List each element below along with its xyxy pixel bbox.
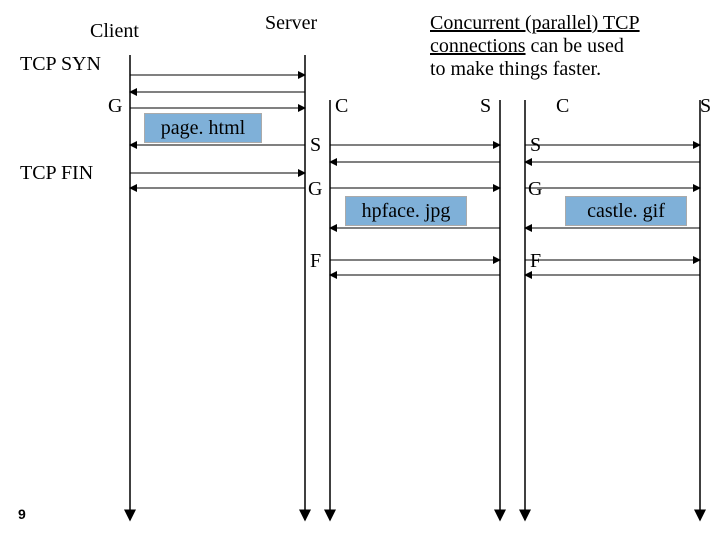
c-label-2: C [335, 95, 348, 118]
castle-box: castle. gif [565, 196, 687, 226]
f-label-2: F [310, 250, 321, 273]
tcp-fin-label: TCP FIN [20, 162, 93, 185]
s-heading-2: S [480, 95, 491, 118]
slide-number: 9 [18, 506, 26, 522]
hpface-text: hpface. jpg [362, 200, 451, 223]
castle-text: castle. gif [587, 200, 665, 223]
g-label-3: G [528, 178, 542, 201]
tcp-syn-label: TCP SYN [20, 53, 101, 76]
client-heading: Client [90, 20, 139, 43]
s-label-3: S [530, 134, 541, 157]
s-label-2: S [310, 134, 321, 157]
hpface-box: hpface. jpg [345, 196, 467, 226]
c-label-3: C [556, 95, 569, 118]
f-label-3: F [530, 250, 541, 273]
page-html-text: page. html [161, 117, 245, 140]
diagram-svg [0, 0, 720, 540]
g-label-left: G [108, 95, 122, 118]
g-label-2: G [308, 178, 322, 201]
s-heading-3: S [700, 95, 711, 118]
page-html-box: page. html [144, 113, 262, 143]
description-text: Concurrent (parallel) TCP connections ca… [430, 12, 690, 81]
server-heading: Server [265, 12, 317, 35]
